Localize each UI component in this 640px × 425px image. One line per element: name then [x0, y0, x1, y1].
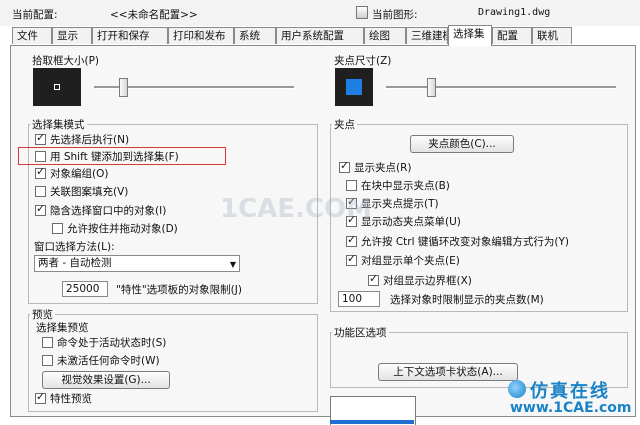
label-ctrl-cycle: 允许按 Ctrl 键循环改变对象编辑方式行为(Y)	[361, 236, 569, 248]
label-object-grouping: 对象编组(O)	[50, 168, 109, 180]
label-noun-verb: 先选择后执行(N)	[50, 134, 130, 146]
checkbox-grips-in-blocks[interactable]	[346, 180, 357, 191]
checkbox-property-preview[interactable]	[35, 390, 46, 404]
checkbox-noun-verb[interactable]	[35, 131, 46, 145]
checkbox-preview-inactive[interactable]	[42, 355, 53, 366]
window-method-select[interactable]: 两者 - 自动检测 ▼	[34, 255, 240, 272]
tab-drafting[interactable]: 绘图	[364, 27, 406, 44]
tab-system[interactable]: 系统	[234, 27, 276, 44]
selection-preview-subtitle: 选择集预览	[36, 322, 89, 334]
tab-open-save[interactable]: 打开和保存	[92, 27, 168, 44]
grip-slider-thumb[interactable]	[427, 78, 436, 97]
grip-slider-track[interactable]	[386, 86, 616, 89]
grip-limit-input[interactable]: 100	[338, 291, 380, 307]
grip-square-icon	[346, 79, 362, 95]
checkbox-show-grips[interactable]	[339, 159, 350, 173]
label-preview-inactive: 未激活任何命令时(W)	[57, 355, 160, 367]
props-limit-input[interactable]: 25000	[62, 281, 108, 297]
checkbox-single-grip-groups[interactable]	[346, 252, 357, 266]
visual-effects-button[interactable]: 视觉效果设置(G)...	[42, 371, 170, 389]
globe-logo-icon	[508, 380, 526, 398]
checkbox-object-grouping[interactable]	[35, 165, 46, 179]
pickbox-preview	[33, 68, 81, 106]
watermark-mid: 1CAE.COM	[220, 194, 372, 224]
window-method-value: 两者 - 自动检测	[38, 257, 112, 269]
checkbox-implied-window[interactable]	[35, 202, 46, 216]
dropdown-arrow-icon: ▼	[229, 260, 236, 269]
ok-button-focus-bar	[330, 420, 414, 424]
tab-display[interactable]: 显示	[52, 27, 92, 44]
checkbox-preview-active[interactable]	[42, 337, 53, 348]
grip-size-preview	[335, 68, 373, 106]
checkbox-shift-add[interactable]	[35, 151, 46, 162]
checkbox-associative-hatch[interactable]	[35, 186, 46, 197]
profile-value: <<未命名配置>>	[110, 9, 198, 21]
label-shift-add: 用 Shift 键添加到选择集(F)	[50, 151, 179, 163]
label-dynamic-grip-menu: 显示动态夹点菜单(U)	[361, 216, 461, 228]
label-grips-in-blocks: 在块中显示夹点(B)	[361, 180, 450, 192]
window-method-label: 窗口选择方法(L):	[34, 241, 115, 253]
pickbox-label: 拾取框大小(P)	[32, 55, 100, 67]
grip-limit-label: 选择对象时限制显示的夹点数(M)	[390, 294, 544, 306]
checkbox-ctrl-cycle[interactable]	[346, 233, 357, 247]
tab-plot-publish[interactable]: 打印和发布	[168, 27, 234, 44]
ribbon-options-title: 功能区选项	[332, 325, 389, 340]
tab-selection[interactable]: 选择集	[448, 25, 492, 46]
label-show-grips: 显示夹点(R)	[354, 162, 412, 174]
label-property-preview: 特性预览	[50, 393, 92, 405]
label-group-bbox: 对组显示边界框(X)	[383, 275, 472, 287]
grip-colors-button[interactable]: 夹点颜色(C)...	[410, 135, 514, 153]
grips-title: 夹点	[332, 117, 357, 132]
label-press-drag: 允许按住并拖动对象(D)	[67, 223, 178, 235]
checkbox-press-drag[interactable]	[52, 223, 63, 234]
label-single-grip-groups: 对组显示单个夹点(E)	[361, 255, 460, 267]
pickbox-slider-thumb[interactable]	[119, 78, 128, 97]
label-implied-window: 隐含选择窗口中的对象(I)	[50, 205, 167, 217]
selection-modes-title: 选择集模式	[30, 117, 87, 132]
grip-size-label: 夹点尺寸(Z)	[334, 55, 392, 67]
drawing-value: Drawing1.dwg	[478, 7, 551, 18]
contextual-tab-states-button[interactable]: 上下文选项卡状态(A)...	[378, 363, 518, 381]
drawing-file-icon	[356, 6, 368, 19]
watermark-logo-url: www.1CAE.com	[510, 400, 632, 416]
profile-label: 当前配置:	[12, 9, 58, 21]
tab-user-prefs[interactable]: 用户系统配置	[276, 27, 364, 44]
props-limit-label: "特性"选项板的对象限制(J)	[116, 284, 242, 296]
label-grip-tips: 显示夹点提示(T)	[361, 198, 439, 210]
tab-profiles[interactable]: 配置	[492, 27, 532, 44]
label-preview-active: 命令处于活动状态时(S)	[57, 337, 167, 349]
drawing-label: 当前图形:	[372, 9, 418, 21]
pickbox-square-icon	[54, 84, 60, 90]
tab-files[interactable]: 文件	[12, 27, 52, 44]
tab-3d-modeling[interactable]: 三维建模	[406, 27, 448, 44]
checkbox-group-bbox[interactable]	[368, 272, 379, 286]
label-associative-hatch: 关联图案填充(V)	[50, 186, 129, 198]
tab-online[interactable]: 联机	[532, 27, 572, 44]
